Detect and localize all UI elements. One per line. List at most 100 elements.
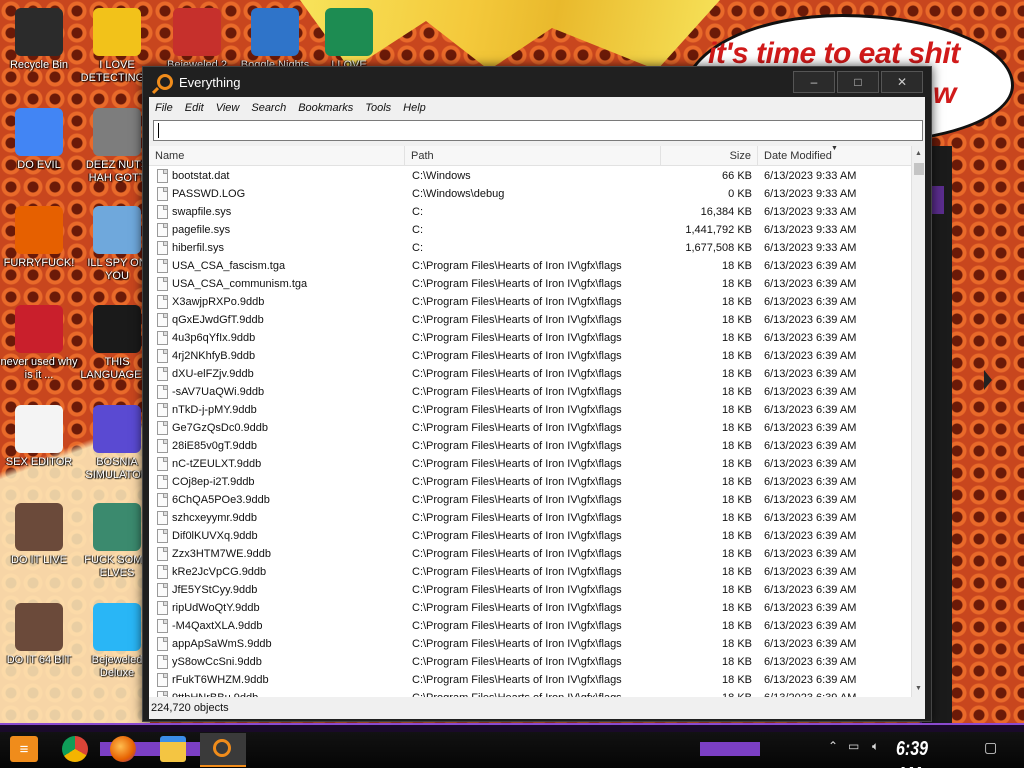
table-row[interactable]: appApSaWmS.9ddb C:\Program Files\Hearts o…: [149, 635, 911, 653]
everything-search-icon: [157, 74, 173, 90]
desktop-icon[interactable]: Recycle Bin: [0, 8, 78, 72]
firefox-icon[interactable]: [110, 736, 136, 762]
table-row[interactable]: 6ChQA5POe3.9ddb C:\Program Files\Hearts o…: [149, 491, 911, 509]
desktop-icon[interactable]: DO IT LIVE: [0, 503, 78, 567]
table-row[interactable]: Dif0lKUVXq.9ddb C:\Program Files\Hearts o…: [149, 527, 911, 545]
desktop-icon[interactable]: Bejeweled 2: [158, 8, 236, 72]
scroll-down-icon[interactable]: ▼: [912, 681, 925, 697]
table-row[interactable]: szhcxeyymr.9ddb C:\Program Files\Hearts o…: [149, 509, 911, 527]
table-row[interactable]: PASSWD.LOG C:\Windows\debug 0 KB 6/13/2023 …: [149, 185, 911, 203]
desktop-icon-label: never used why is it ...: [0, 356, 78, 381]
menu-file[interactable]: File: [149, 102, 179, 114]
table-row[interactable]: -M4QaxtXLA.9ddb C:\Program Files\Hearts o…: [149, 617, 911, 635]
table-row[interactable]: kRe2JcVpCG.9ddb C:\Program Files\Hearts o…: [149, 563, 911, 581]
column-header-name[interactable]: Name: [149, 146, 405, 166]
desktop-icon[interactable]: I LOVE: [310, 8, 388, 72]
file-date-modified: 6/13/2023 6:39 AM: [764, 476, 857, 488]
file-icon: [157, 205, 168, 219]
table-row[interactable]: nC-tZEULXT.9ddb C:\Program Files\Hearts o…: [149, 455, 911, 473]
file-size: 1,677,508 KB: [685, 242, 752, 254]
file-path: C:\Program Files\Hearts of Iron IV\gfx\f…: [412, 494, 622, 506]
file-icon: [157, 223, 168, 237]
column-header-path[interactable]: Path: [405, 146, 661, 166]
file-icon: [157, 511, 168, 525]
table-row[interactable]: JfE5YStCyy.9ddb C:\Program Files\Hearts o…: [149, 581, 911, 599]
table-row[interactable]: qGxEJwdGfT.9ddb C:\Program Files\Hearts o…: [149, 311, 911, 329]
table-row[interactable]: 4rj2NKhfyB.9ddb C:\Program Files\Hearts o…: [149, 347, 911, 365]
desktop-icon[interactable]: DO IT 64 BIT: [0, 603, 78, 667]
notification-icon[interactable]: ▢: [984, 739, 997, 756]
minimize-button[interactable]: –: [793, 71, 835, 93]
search-input[interactable]: [153, 120, 923, 141]
file-date-modified: 6/13/2023 6:39 AM: [764, 458, 857, 470]
file-explorer-icon[interactable]: [160, 736, 186, 762]
file-path: C:\Program Files\Hearts of Iron IV\gfx\f…: [412, 458, 622, 470]
network-icon[interactable]: ▭: [848, 739, 859, 753]
title-bar[interactable]: Everything – □ ✕: [143, 67, 931, 97]
table-row[interactable]: USA_CSA_fascism.tga C:\Program Files\Hear…: [149, 257, 911, 275]
file-path: C:\Program Files\Hearts of Iron IV\gfx\f…: [412, 404, 622, 416]
file-icon: [157, 349, 168, 363]
table-row[interactable]: hiberfil.sys C: 1,677,508 KB 6/13/2023 9:33…: [149, 239, 911, 257]
volume-icon[interactable]: 🔈︎: [872, 739, 879, 754]
menu-search[interactable]: Search: [245, 102, 292, 114]
file-name: 28iE85v0gT.9ddb: [172, 440, 258, 452]
desktop-icon[interactable]: SEX EDITOR: [0, 405, 78, 469]
file-name: -sAV7UaQWi.9ddb: [172, 386, 265, 398]
table-row[interactable]: pagefile.sys C: 1,441,792 KB 6/13/2023 9:33…: [149, 221, 911, 239]
table-row[interactable]: rFukT6WHZM.9ddb C:\Program Files\Hearts o…: [149, 671, 911, 689]
file-size: 66 KB: [722, 170, 752, 182]
file-icon: [157, 169, 168, 183]
file-date-modified: 6/13/2023 6:39 AM: [764, 296, 857, 308]
desktop-icon[interactable]: Boggle Nights: [236, 8, 314, 72]
start-icon[interactable]: ≡: [10, 736, 38, 762]
column-header-size[interactable]: Size: [661, 146, 758, 166]
file-icon: [157, 475, 168, 489]
file-date-modified: 6/13/2023 9:33 AM: [764, 242, 857, 254]
table-row[interactable]: COj8ep-i2T.9ddb C:\Program Files\Hearts o…: [149, 473, 911, 491]
file-date-modified: 6/13/2023 6:39 AM: [764, 368, 857, 380]
table-row[interactable]: USA_CSA_communism.tga C:\Program Files\He…: [149, 275, 911, 293]
table-row[interactable]: 4u3p6qYfIx.9ddb C:\Program Files\Hearts o…: [149, 329, 911, 347]
table-row[interactable]: dXU-elFZjv.9ddb C:\Program Files\Hearts o…: [149, 365, 911, 383]
desktop-icon[interactable]: never used why is it ...: [0, 305, 78, 382]
file-icon: [157, 493, 168, 507]
table-row[interactable]: Ge7GzQsDc0.9ddb C:\Program Files\Hearts o…: [149, 419, 911, 437]
menu-tools[interactable]: Tools: [359, 102, 397, 114]
windows-stack-icon: [93, 108, 141, 156]
table-row[interactable]: ripUdWoQtY.9ddb C:\Program Files\Hearts o…: [149, 599, 911, 617]
table-row[interactable]: X3awjpRXPo.9ddb C:\Program Files\Hearts o…: [149, 293, 911, 311]
clock[interactable]: 6:39 AM: [896, 736, 952, 768]
table-row[interactable]: bootstat.dat C:\Windows 66 KB 6/13/2023 9:3…: [149, 167, 911, 185]
menu-edit[interactable]: Edit: [179, 102, 210, 114]
vertical-scrollbar[interactable]: ▲ ▼: [911, 146, 925, 697]
file-date-modified: 6/13/2023 6:39 AM: [764, 278, 857, 290]
file-name: kRe2JcVpCG.9ddb: [172, 566, 267, 578]
table-row[interactable]: yS8owCcSni.9ddb C:\Program Files\Hearts o…: [149, 653, 911, 671]
table-row[interactable]: 28iE85v0gT.9ddb C:\Program Files\Hearts o…: [149, 437, 911, 455]
scroll-thumb[interactable]: [914, 163, 924, 175]
scroll-up-icon[interactable]: ▲: [912, 146, 925, 162]
table-row[interactable]: -sAV7UaQWi.9ddb C:\Program Files\Hearts o…: [149, 383, 911, 401]
desktop-icon[interactable]: DO EVIL: [0, 108, 78, 172]
table-row[interactable]: nTkD-j-pMY.9ddb C:\Program Files\Hearts o…: [149, 401, 911, 419]
chevron-up-icon[interactable]: ⌃: [828, 739, 838, 753]
file-name: rFukT6WHZM.9ddb: [172, 674, 269, 686]
desktop-icon[interactable]: FURRYFUCK!: [0, 206, 78, 270]
table-row[interactable]: Zzx3HTM7WE.9ddb C:\Program Files\Hearts o…: [149, 545, 911, 563]
menu-help[interactable]: Help: [397, 102, 432, 114]
search-bar: [149, 119, 925, 146]
column-headers: Name Path Size Date Modified ▼: [149, 146, 911, 166]
file-path: C:\Windows: [412, 170, 471, 182]
chrome-icon[interactable]: [62, 736, 88, 762]
close-button[interactable]: ✕: [881, 71, 923, 93]
table-row[interactable]: swapfile.sys C: 16,384 KB 6/13/2023 9:33 AM: [149, 203, 911, 221]
table-row[interactable]: 9ttbHNrBBu.9ddb C:\Program Files\Hearts o…: [149, 689, 911, 697]
menu-bookmarks[interactable]: Bookmarks: [292, 102, 359, 114]
maximize-button[interactable]: □: [837, 71, 879, 93]
project-icon: [325, 8, 373, 56]
menu-view[interactable]: View: [210, 102, 246, 114]
file-date-modified: 6/13/2023 6:39 AM: [764, 689, 911, 697]
file-icon: [157, 673, 168, 687]
file-name: -M4QaxtXLA.9ddb: [172, 620, 263, 632]
